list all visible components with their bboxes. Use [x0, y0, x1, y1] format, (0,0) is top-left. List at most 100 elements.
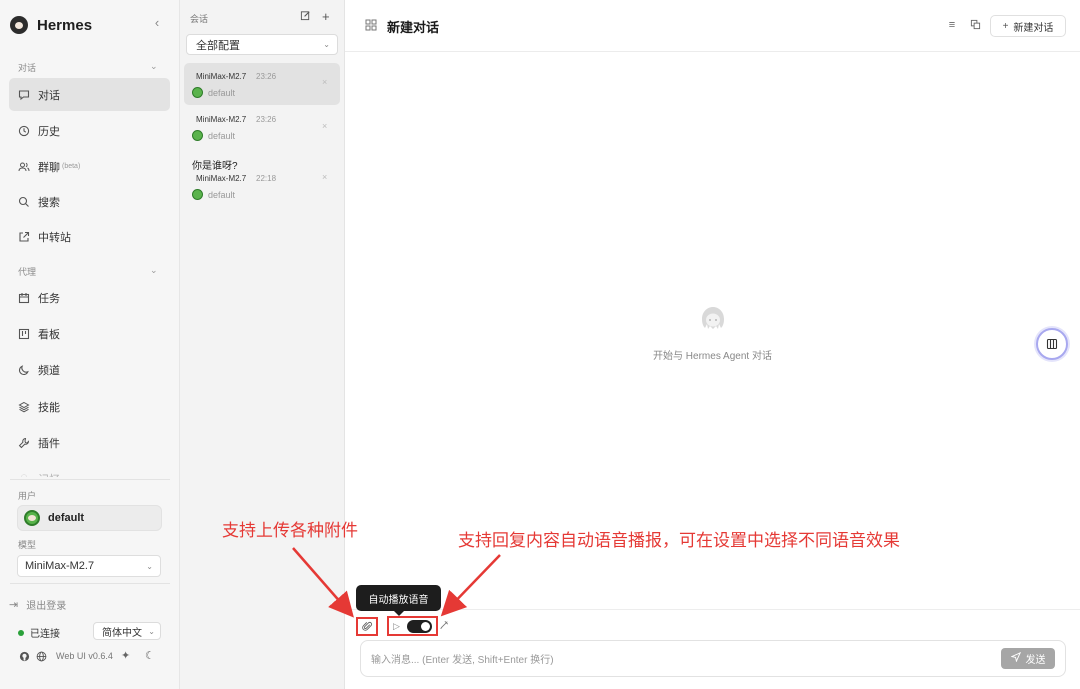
close-icon[interactable]: ×: [322, 77, 327, 87]
model-label: 模型: [18, 540, 37, 550]
auto-voice-control: ▷: [387, 616, 438, 636]
moon-icon[interactable]: ☾: [145, 649, 155, 662]
status-text: 已连接: [30, 629, 60, 640]
sidebar-item-history[interactable]: 历史: [9, 114, 170, 147]
user-label: 用户: [18, 491, 37, 501]
status-dot: [18, 629, 24, 636]
close-icon[interactable]: ×: [322, 172, 327, 182]
send-button[interactable]: 发送: [1001, 648, 1055, 669]
brand: Hermes: [10, 14, 92, 36]
sidebar-item-label: 看板: [38, 328, 60, 341]
close-icon[interactable]: ×: [322, 121, 327, 131]
main-area: 新建对话 ≡ + 新建对话 开始与 Hermes Agent 对话 自动播放语音: [345, 0, 1080, 689]
sidebar-item-channels[interactable]: 频道: [9, 353, 170, 386]
conversation-item[interactable]: MiniMax-M2.7 23:26 default ×: [184, 63, 340, 105]
footer: Web UI v0.6.4: [18, 650, 113, 662]
chevron-down-icon[interactable]: ⌄: [150, 265, 158, 276]
conversation-question: 你是谁呀?: [192, 161, 238, 172]
sidebar-item-chat[interactable]: 对话: [9, 78, 170, 111]
new-chat-label: 新建对话: [1013, 22, 1054, 34]
app-window: Hermes ‹ 对话 ⌄ 对话 历史 群聊 (beta) 搜索 中转站 代理 …: [0, 0, 1080, 689]
autoplay-tooltip: 自动播放语音: [356, 585, 441, 616]
panel-toggle-button[interactable]: [1036, 328, 1068, 360]
sidebar-item-tasks[interactable]: 任务: [9, 281, 170, 314]
chevron-down-icon: ⌄: [323, 40, 330, 49]
app-name: Hermes: [37, 16, 93, 34]
conversation-profile: default: [192, 189, 235, 200]
brand-logo: [10, 16, 28, 34]
sidebar-item-relay[interactable]: 中转站: [9, 220, 170, 253]
sidebar-item-label: 频道: [38, 364, 60, 377]
conversation-model: MiniMax-M2.7: [196, 115, 247, 124]
topbar: 新建对话 ≡ + 新建对话: [345, 0, 1080, 52]
divider: [345, 609, 1080, 610]
language-value: 简体中文: [102, 627, 142, 639]
divider: [10, 479, 170, 480]
sidebar-item-skills[interactable]: 技能: [9, 390, 170, 423]
collapse-sidebar-icon[interactable]: ‹: [150, 14, 164, 32]
chevron-down-icon[interactable]: ⌄: [150, 61, 158, 72]
paperclip-icon: [361, 621, 372, 631]
divider: [10, 583, 170, 584]
sidebar-item-kanban[interactable]: 看板: [9, 317, 170, 350]
calendar-icon: [18, 292, 30, 304]
send-label: 发送: [1025, 655, 1046, 666]
add-icon[interactable]: +: [322, 9, 330, 24]
avatar: [24, 510, 40, 526]
sidebar-item-group-chat[interactable]: 群聊 (beta): [9, 150, 170, 183]
grid-icon[interactable]: [365, 19, 377, 31]
conversations-title: 会话: [190, 14, 209, 24]
annotation-attach: 支持上传各种附件: [222, 521, 358, 540]
play-icon[interactable]: ▷: [393, 621, 400, 632]
connection-status: 已连接: [18, 625, 60, 640]
message-input[interactable]: 输入消息... (Enter 发送, Shift+Enter 换行): [360, 640, 1066, 677]
section-label-agent: 代理: [18, 267, 37, 277]
conversations-panel: 会话 + 全部配置 ⌄ MiniMax-M2.7 23:26 default ×…: [180, 0, 345, 689]
globe-icon[interactable]: [35, 650, 47, 662]
conversation-item[interactable]: 你是谁呀? MiniMax-M2.7 22:18 default ×: [184, 150, 340, 204]
hermes-avatar-icon: [702, 307, 724, 329]
menu-icon[interactable]: ≡: [946, 19, 958, 31]
logout-label: 退出登录: [26, 601, 67, 612]
conversation-profile: default: [192, 87, 235, 98]
chevron-down-icon: ⌄: [148, 626, 155, 636]
copy-icon[interactable]: [969, 19, 981, 31]
user-profile[interactable]: default: [17, 505, 162, 531]
logout-button[interactable]: ⇥ 退出登录: [9, 597, 66, 612]
profile-filter-select[interactable]: 全部配置 ⌄: [186, 34, 338, 55]
annotation-voice: 支持回复内容自动语音播报，可在设置中选择不同语音效果: [458, 531, 900, 550]
beta-badge: (beta): [62, 163, 81, 170]
edit-icon[interactable]: [300, 10, 311, 24]
model-select[interactable]: MiniMax-M2.7 ⌄: [17, 555, 161, 577]
user-name: default: [48, 512, 85, 524]
columns-icon: [1046, 338, 1058, 350]
section-label-chat: 对话: [18, 63, 37, 73]
sidebar-item-label: 任务: [38, 292, 60, 305]
conversation-profile: default: [192, 130, 235, 141]
sidebar-item-label: 中转站: [38, 231, 71, 244]
sidebar-item-label: 群聊: [38, 161, 60, 174]
sparkle-icon[interactable]: ✦: [121, 649, 130, 662]
sidebar-item-label: 历史: [38, 125, 60, 138]
github-icon[interactable]: [18, 650, 30, 662]
attach-button[interactable]: [356, 617, 378, 636]
version-text: Web UI v0.6.4: [56, 651, 113, 661]
mic-icon[interactable]: [439, 620, 449, 633]
conversation-time: 23:26: [256, 72, 277, 81]
external-link-icon: [18, 231, 30, 243]
avatar: [192, 189, 203, 200]
conversation-model: MiniMax-M2.7: [196, 72, 247, 81]
new-chat-button[interactable]: + 新建对话: [990, 15, 1066, 37]
clock-icon: [18, 125, 30, 137]
search-icon: [18, 196, 30, 208]
layers-icon: [18, 401, 30, 413]
conversation-item[interactable]: MiniMax-M2.7 23:26 default ×: [184, 106, 340, 148]
sidebar-item-plugins[interactable]: 插件: [9, 426, 170, 459]
language-select[interactable]: 简体中文 ⌄: [93, 622, 161, 640]
sidebar-item-search[interactable]: 搜索: [9, 185, 170, 218]
sidebar-item-memory[interactable]: ◌ 记忆: [9, 463, 170, 477]
page-title: 新建对话: [387, 20, 440, 35]
autoplay-voice-toggle[interactable]: [406, 619, 432, 633]
memory-icon: ◌: [20, 471, 28, 477]
conversation-model: MiniMax-M2.7: [196, 174, 247, 183]
